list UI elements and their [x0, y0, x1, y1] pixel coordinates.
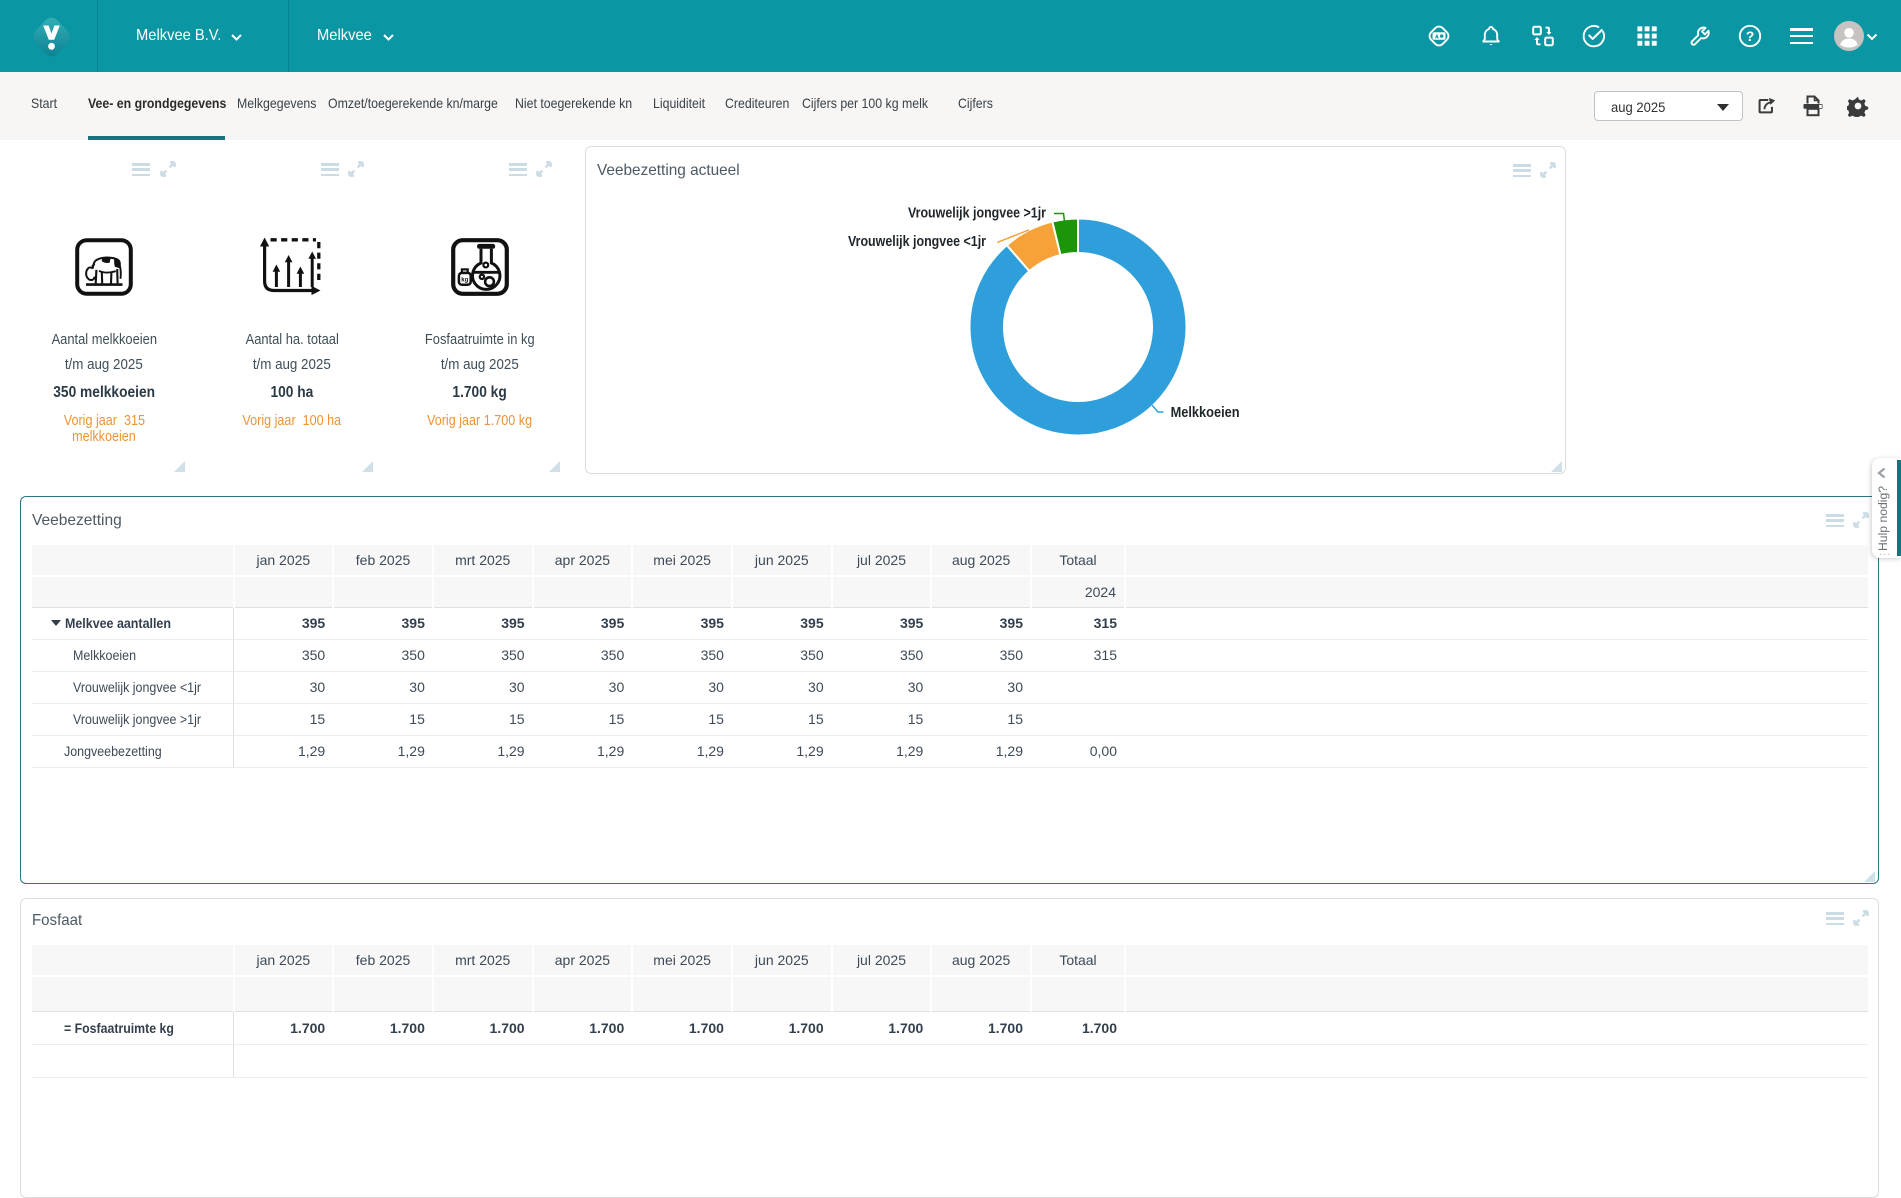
svg-text:Vrouwelijk jongvee >1jr: Vrouwelijk jongvee >1jr — [908, 205, 1046, 222]
svg-text:Vrouwelijk jongvee <1jr: Vrouwelijk jongvee <1jr — [848, 233, 986, 250]
svg-text:kg: kg — [461, 278, 468, 284]
svg-text:?: ? — [1746, 28, 1755, 44]
svg-text:Melkkoeien: Melkkoeien — [1171, 404, 1240, 421]
